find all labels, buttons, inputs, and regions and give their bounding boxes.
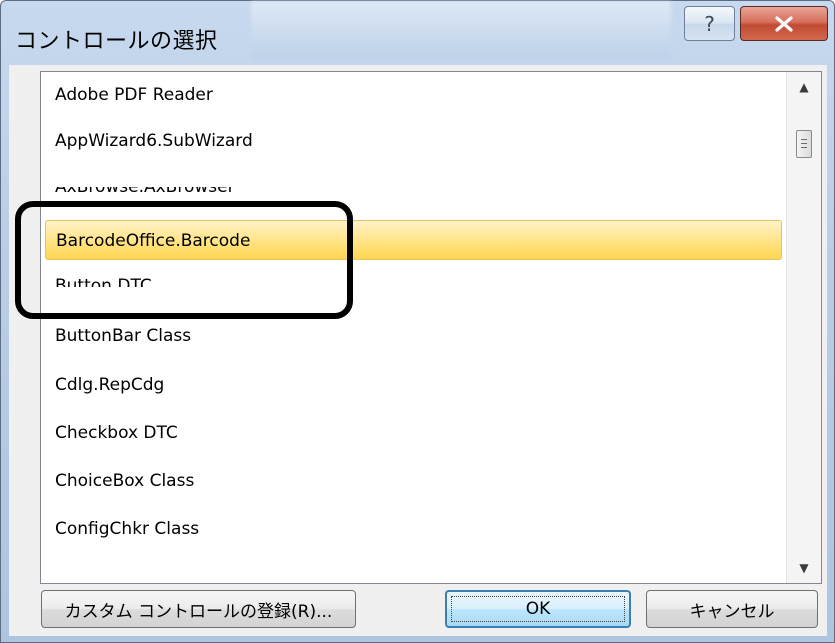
register-custom-control-button[interactable]: カスタム コントロールの登録(R)... bbox=[41, 590, 356, 628]
control-list[interactable]: Adobe PDF Reader AppWizard6.SubWizard Ax… bbox=[40, 71, 822, 584]
list-item[interactable]: Checkbox DTC bbox=[45, 413, 782, 453]
list-item[interactable]: ConfigChkr Class bbox=[45, 509, 782, 549]
list-item[interactable]: ChoiceBox Class bbox=[45, 461, 782, 501]
ok-focus-rect bbox=[451, 596, 625, 622]
list-item[interactable]: Cdlg.RepCdg bbox=[45, 365, 782, 405]
help-icon: ? bbox=[704, 11, 715, 36]
vertical-scrollbar[interactable]: ▲ ▼ bbox=[786, 72, 821, 583]
dialog-title: コントロールの選択 bbox=[15, 29, 218, 54]
scroll-up-arrow-icon: ▲ bbox=[799, 80, 809, 94]
title-bar-glass bbox=[251, 1, 671, 59]
list-item[interactable]: Adobe PDF Reader bbox=[45, 75, 782, 115]
list-item[interactable]: Button DTC bbox=[45, 266, 782, 287]
grip-line bbox=[801, 143, 807, 144]
list-item[interactable]: ButtonBar Class bbox=[45, 316, 782, 356]
grip-line bbox=[801, 147, 807, 148]
list-item-selected[interactable]: BarcodeOffice.Barcode bbox=[45, 220, 782, 260]
scroll-down-button[interactable]: ▼ bbox=[787, 553, 821, 583]
scroll-thumb[interactable] bbox=[796, 130, 812, 158]
help-button[interactable]: ? bbox=[684, 6, 735, 41]
close-icon bbox=[775, 15, 793, 32]
scroll-down-arrow-icon: ▼ bbox=[799, 561, 809, 575]
list-item[interactable]: AxBrowse.AxBrowser bbox=[45, 187, 782, 207]
grip-line bbox=[801, 139, 807, 140]
cancel-button[interactable]: キャンセル bbox=[646, 590, 818, 628]
choose-control-dialog: コントロールの選択 ? Adobe PDF Reader AppWizard6.… bbox=[0, 0, 835, 643]
dialog-client-area: Adobe PDF Reader AppWizard6.SubWizard Ax… bbox=[9, 65, 827, 636]
close-button[interactable] bbox=[740, 6, 828, 41]
ok-button[interactable]: OK bbox=[445, 590, 631, 628]
scroll-up-button[interactable]: ▲ bbox=[787, 72, 821, 102]
list-item[interactable]: AppWizard6.SubWizard bbox=[45, 121, 782, 161]
title-bar[interactable]: コントロールの選択 ? bbox=[1, 1, 834, 65]
